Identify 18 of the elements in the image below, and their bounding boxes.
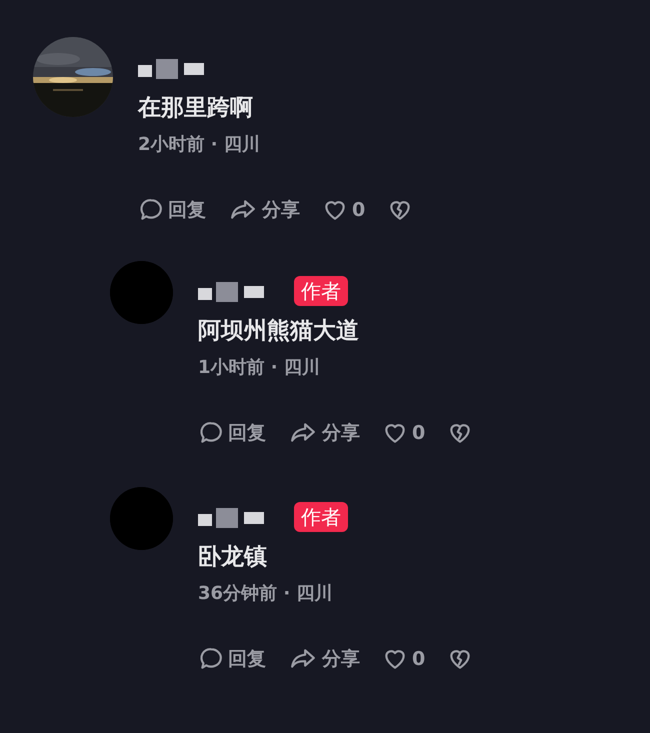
comment-meta: 1小时前 · 四川 [198,356,321,380]
like-button[interactable]: 0 [382,645,426,674]
comment-text: 阿坝州熊猫大道 [198,316,360,346]
share-button[interactable]: 分享 [288,418,360,447]
reply-button[interactable]: 回复 [198,418,266,447]
comment-meta: 2小时前 · 四川 [138,133,261,157]
like-button[interactable]: 0 [382,418,426,447]
share-button[interactable]: 分享 [288,645,360,674]
reply-button[interactable]: 回复 [198,645,266,674]
speech-bubble-icon [198,420,224,446]
like-button[interactable]: 0 [322,196,366,224]
share-button[interactable]: 分享 [228,196,300,224]
comment-meta: 36分钟前 · 四川 [198,582,334,606]
reply-button[interactable]: 回复 [138,196,206,224]
comment-text: 在那里跨啊 [138,94,254,123]
comment-text: 卧龙镇 [198,543,268,572]
author-tag: 作者 [294,276,348,306]
author-tag: 作者 [294,502,348,532]
